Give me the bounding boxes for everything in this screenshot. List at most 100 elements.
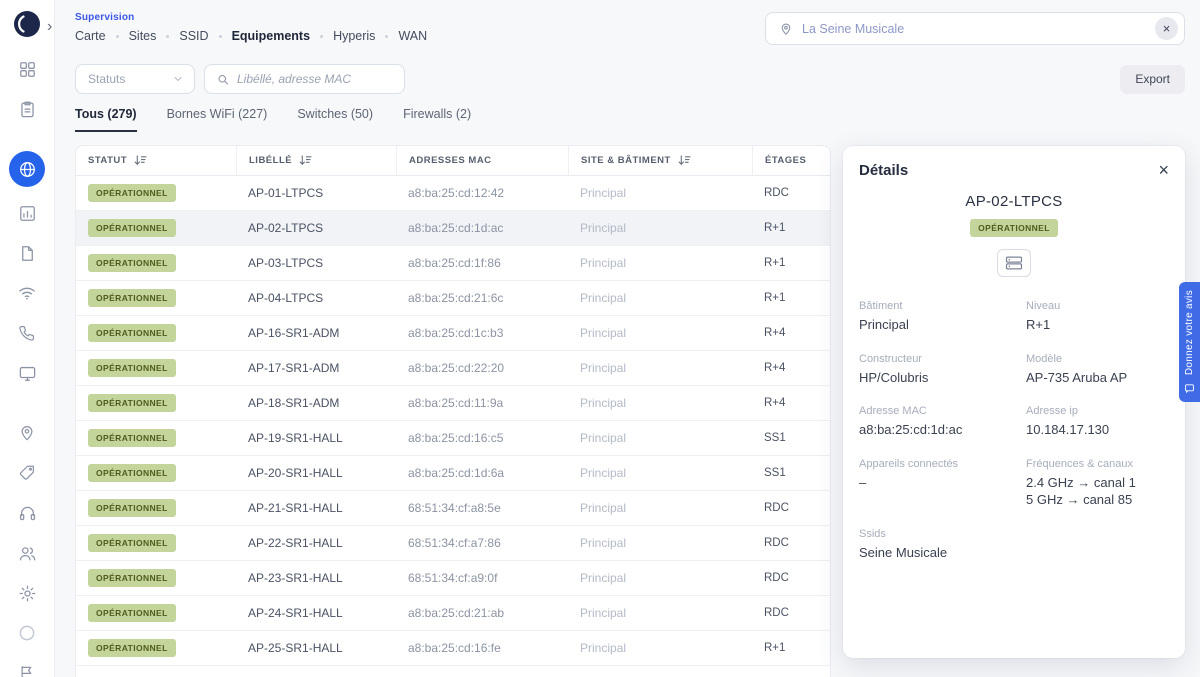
field-label: Constructeur xyxy=(859,353,1016,365)
monitor-icon xyxy=(18,364,37,383)
table-header: StatutLibélléAdresses MACSite & Bâtiment… xyxy=(76,146,830,176)
status-cell: OPÉRATIONNEL xyxy=(76,219,236,237)
mac-cell: a8:ba:25:cd:16:fe xyxy=(396,641,568,655)
sidebar-item-flag[interactable] xyxy=(18,663,36,677)
table-row[interactable]: OPÉRATIONNELAP-01-LTPCSa8:ba:25:cd:12:42… xyxy=(76,176,830,211)
table-row[interactable]: OPÉRATIONNELAP-24-SR1-HALLa8:ba:25:cd:21… xyxy=(76,596,830,631)
floor-cell: RDC xyxy=(752,572,830,584)
status-cell: OPÉRATIONNEL xyxy=(76,394,236,412)
label-cell: AP-21-SR1-HALL xyxy=(236,501,396,515)
breadcrumb-item-carte[interactable]: Carte xyxy=(75,29,106,43)
users-icon xyxy=(18,544,37,563)
status-badge: OPÉRATIONNEL xyxy=(88,569,176,587)
status-cell: OPÉRATIONNEL xyxy=(76,324,236,342)
sidebar-item-locations[interactable] xyxy=(18,423,36,443)
status-cell: OPÉRATIONNEL xyxy=(76,639,236,657)
breadcrumb-item-equipements[interactable]: Equipements xyxy=(232,29,311,43)
sort-icon[interactable] xyxy=(299,155,312,166)
breadcrumb-item-ssid[interactable]: SSID xyxy=(179,29,208,43)
app-logo[interactable] xyxy=(13,10,41,43)
sidebar-item-support[interactable] xyxy=(18,503,37,523)
site-cell: Principal xyxy=(568,396,752,410)
column-label: Statut xyxy=(88,155,127,166)
tab-tous-279[interactable]: Tous (279) xyxy=(75,107,137,132)
device-name: AP-02-LTPCS xyxy=(859,193,1169,210)
table-row[interactable]: OPÉRATIONNELAP-16-SR1-ADMa8:ba:25:cd:1c:… xyxy=(76,316,830,351)
table-row[interactable]: OPÉRATIONNELAP-23-SR1-HALL68:51:34:cf:a9… xyxy=(76,561,830,596)
field-label: Appareils connectés xyxy=(859,458,1016,470)
equipment-search-input[interactable] xyxy=(237,72,392,86)
access-point-icon[interactable] xyxy=(997,249,1031,277)
site-cell: Principal xyxy=(568,221,752,235)
feedback-tab[interactable]: Donnez votre avis xyxy=(1179,282,1200,402)
feedback-chat-icon xyxy=(1184,383,1195,394)
label-cell: AP-17-SR1-ADM xyxy=(236,361,396,375)
mac-cell: a8:ba:25:cd:1c:b3 xyxy=(396,326,568,340)
sidebar-item-documents[interactable] xyxy=(18,243,37,263)
details-title: Détails xyxy=(859,162,908,179)
floor-cell: R+1 xyxy=(752,292,830,304)
table-row[interactable]: OPÉRATIONNELAP-22-SR1-HALL68:51:34:cf:a7… xyxy=(76,526,830,561)
label-cell: AP-01-LTPCS xyxy=(236,186,396,200)
sort-icon[interactable] xyxy=(678,155,691,166)
sidebar-item-devices[interactable] xyxy=(18,363,37,383)
mac-cell: a8:ba:25:cd:11:9a xyxy=(396,396,568,410)
sidebar-expand-chevron[interactable]: › xyxy=(47,19,52,35)
table-row[interactable]: OPÉRATIONNELAP-20-SR1-HALLa8:ba:25:cd:1d… xyxy=(76,456,830,491)
table-row[interactable]: OPÉRATIONNELAP-02-LTPCSa8:ba:25:cd:1d:ac… xyxy=(76,211,830,246)
feedback-label: Donnez votre avis xyxy=(1184,290,1195,375)
site-search-box[interactable]: × xyxy=(765,12,1185,45)
sidebar-item-network[interactable] xyxy=(9,151,45,187)
sidebar-item-wifi[interactable] xyxy=(17,283,37,303)
location-pin-icon xyxy=(779,22,793,36)
clear-site-search-button[interactable]: × xyxy=(1155,17,1178,40)
table-row[interactable]: OPÉRATIONNELAP-17-SR1-ADMa8:ba:25:cd:22:… xyxy=(76,351,830,386)
section-label: Supervision xyxy=(75,12,134,23)
sidebar-item-dashboard[interactable] xyxy=(18,59,37,79)
field-constructeur: ConstructeurHP/Colubris xyxy=(859,353,1016,387)
label-cell: AP-16-SR1-ADM xyxy=(236,326,396,340)
tab-bornes-wifi-227[interactable]: Bornes WiFi (227) xyxy=(167,107,268,132)
sidebar-item-telephony[interactable] xyxy=(18,323,36,343)
mac-cell: a8:ba:25:cd:21:ab xyxy=(396,606,568,620)
column-header-statut[interactable]: Statut xyxy=(76,146,236,175)
tab-firewalls-2[interactable]: Firewalls (2) xyxy=(403,107,471,132)
table-row[interactable]: OPÉRATIONNELAP-25-SR1-HALLa8:ba:25:cd:16… xyxy=(76,631,830,666)
breadcrumb-item-wan[interactable]: WAN xyxy=(398,29,427,43)
status-badge: OPÉRATIONNEL xyxy=(88,429,176,447)
floor-cell: RDC xyxy=(752,187,830,199)
document-icon xyxy=(18,244,37,263)
table-row[interactable]: OPÉRATIONNELAP-19-SR1-HALLa8:ba:25:cd:16… xyxy=(76,421,830,456)
sidebar-item-inventory[interactable] xyxy=(18,99,37,119)
breadcrumb-item-hyperis[interactable]: Hyperis xyxy=(333,29,375,43)
table-row[interactable]: OPÉRATIONNELAP-21-SR1-HALL68:51:34:cf:a8… xyxy=(76,491,830,526)
details-fields: BâtimentPrincipalNiveauR+1ConstructeurHP… xyxy=(859,300,1169,561)
device-status-wrap: OPÉRATIONNEL xyxy=(859,218,1169,237)
status-badge: OPÉRATIONNEL xyxy=(88,219,176,237)
close-icon[interactable]: × xyxy=(1158,161,1169,179)
table-row[interactable]: OPÉRATIONNELAP-18-SR1-ADMa8:ba:25:cd:11:… xyxy=(76,386,830,421)
table-row[interactable]: OPÉRATIONNELAP-03-LTPCSa8:ba:25:cd:1f:86… xyxy=(76,246,830,281)
site-search-input[interactable] xyxy=(802,22,1146,36)
export-button[interactable]: Export xyxy=(1120,65,1185,94)
column-header-libelle[interactable]: Libéllé xyxy=(236,146,396,175)
table-row[interactable]: OPÉRATIONNELAP-04-LTPCSa8:ba:25:cd:21:6c… xyxy=(76,281,830,316)
sidebar-item-analytics[interactable] xyxy=(18,203,37,223)
status-filter-dropdown[interactable]: Statuts xyxy=(75,64,195,94)
clipboard-icon xyxy=(18,100,37,119)
breadcrumb-item-sites[interactable]: Sites xyxy=(129,29,157,43)
status-badge: OPÉRATIONNEL xyxy=(88,639,176,657)
equipment-search-field[interactable] xyxy=(204,64,405,94)
sidebar-item-tags[interactable] xyxy=(18,463,36,483)
column-label: Libéllé xyxy=(249,155,292,166)
sidebar-item-brand[interactable] xyxy=(17,623,37,643)
sidebar-item-settings[interactable] xyxy=(18,583,37,603)
status-cell: OPÉRATIONNEL xyxy=(76,534,236,552)
label-cell: AP-23-SR1-HALL xyxy=(236,571,396,585)
column-header-site[interactable]: Site & Bâtiment xyxy=(568,146,752,175)
tab-switches-50[interactable]: Switches (50) xyxy=(297,107,373,132)
sort-icon[interactable] xyxy=(134,155,147,166)
mac-cell: a8:ba:25:cd:16:c5 xyxy=(396,431,568,445)
sidebar-item-users[interactable] xyxy=(18,543,37,563)
dashboard-grid-icon xyxy=(18,60,37,79)
